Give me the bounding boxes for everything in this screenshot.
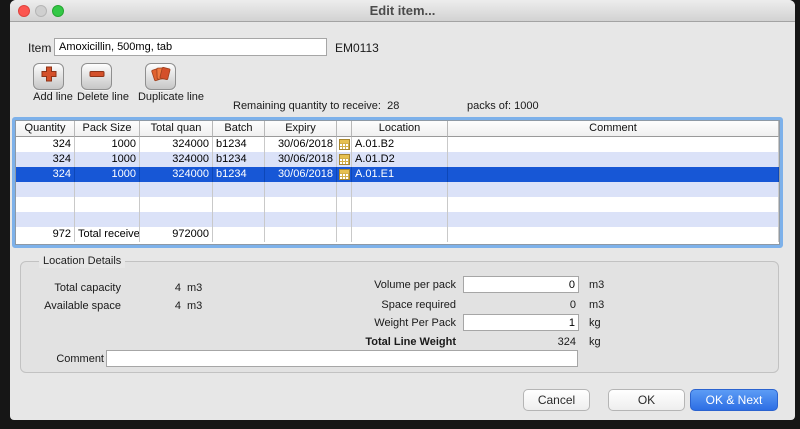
cell-pack-size[interactable]: 1000 <box>75 137 140 152</box>
ok-and-next-button[interactable]: OK & Next <box>690 389 778 411</box>
table-row[interactable]: 324 1000 324000 b1234 30/06/2018 A.01.B2 <box>16 137 779 152</box>
close-window-button[interactable] <box>18 5 30 17</box>
cell-calendar[interactable] <box>337 152 352 167</box>
duplicate-cards-icon <box>151 65 171 88</box>
cell-comment[interactable] <box>448 152 779 167</box>
edit-item-dialog: Edit item... Item EM0113 Add line De <box>10 0 795 420</box>
location-details-group: Location Details Total capacity 4 m3 Ava… <box>20 261 779 373</box>
item-label: Item <box>28 41 51 55</box>
item-code: EM0113 <box>335 41 379 55</box>
cell-total-quan[interactable]: 324000 <box>140 137 213 152</box>
cell-expiry[interactable]: 30/06/2018 <box>265 137 337 152</box>
table-total-row: 972 Total received 972000 <box>16 227 779 242</box>
cell-quantity[interactable]: 324 <box>16 152 75 167</box>
cell-total-quan[interactable]: 324000 <box>140 152 213 167</box>
packs-of-value: 1000 <box>514 100 538 112</box>
total-line-weight-unit: kg <box>589 336 601 348</box>
delete-line-label: Delete line <box>72 91 134 103</box>
total-capacity-label: Total capacity <box>26 282 121 294</box>
volume-per-pack-input[interactable] <box>463 276 579 293</box>
cell-location[interactable]: A.01.D2 <box>352 152 448 167</box>
calendar-icon[interactable] <box>339 139 350 150</box>
ok-button[interactable]: OK <box>608 389 685 411</box>
duplicate-line-button[interactable] <box>145 63 176 90</box>
table-row[interactable]: 324 1000 324000 b1234 30/06/2018 A.01.D2 <box>16 152 779 167</box>
plus-icon <box>40 65 58 88</box>
column-header-location[interactable]: Location <box>352 121 448 137</box>
available-space-label: Available space <box>26 300 121 312</box>
comment-label: Comment <box>21 353 104 365</box>
comment-input[interactable] <box>106 350 578 367</box>
column-header-comment[interactable]: Comment <box>448 121 779 137</box>
table-header-row: Quantity Pack Size Total quan Batch Expi… <box>16 121 779 137</box>
cell-expiry[interactable]: 30/06/2018 <box>265 167 337 182</box>
volume-per-pack-unit: m3 <box>589 279 604 291</box>
table-row-selected[interactable]: 324 1000 324000 b1234 30/06/2018 A.01.E1 <box>16 167 779 182</box>
calendar-icon[interactable] <box>339 154 350 165</box>
cell-pack-size[interactable]: 1000 <box>75 167 140 182</box>
cell-comment[interactable] <box>448 167 779 182</box>
delete-line-button[interactable] <box>81 63 112 90</box>
cell-pack-size[interactable]: 1000 <box>75 152 140 167</box>
table-filler <box>16 242 779 244</box>
column-header-batch[interactable]: Batch <box>213 121 265 137</box>
cell-quantity[interactable]: 324 <box>16 167 75 182</box>
cell-calendar[interactable] <box>337 137 352 152</box>
available-space-unit: m3 <box>187 300 202 312</box>
total-capacity-value: 4 <box>151 282 181 294</box>
weight-per-pack-label: Weight Per Pack <box>316 317 456 329</box>
cell-calendar[interactable] <box>337 167 352 182</box>
weight-per-pack-unit: kg <box>589 317 601 329</box>
column-header-pack-size[interactable]: Pack Size <box>75 121 140 137</box>
remaining-quantity-text: Remaining quantity to receive: 28 <box>233 100 399 112</box>
remaining-quantity-value: 28 <box>387 100 399 112</box>
cell-batch[interactable]: b1234 <box>213 137 265 152</box>
cell-location[interactable]: A.01.B2 <box>352 137 448 152</box>
column-header-expiry[interactable]: Expiry <box>265 121 337 137</box>
cancel-button[interactable]: Cancel <box>523 389 590 411</box>
table-row-empty[interactable] <box>16 212 779 227</box>
packs-of-text: packs of: 1000 <box>467 100 539 112</box>
cell-comment[interactable] <box>448 137 779 152</box>
space-required-value: 0 <box>463 299 576 311</box>
calendar-icon[interactable] <box>339 169 350 180</box>
column-header-total-quan[interactable]: Total quan <box>140 121 213 137</box>
table-row-empty[interactable] <box>16 182 779 197</box>
total-quan-value: 972000 <box>140 227 213 242</box>
item-name-input[interactable] <box>54 38 327 56</box>
volume-per-pack-label: Volume per pack <box>316 279 456 291</box>
cell-expiry[interactable]: 30/06/2018 <box>265 152 337 167</box>
table-row-empty[interactable] <box>16 197 779 212</box>
cell-location[interactable]: A.01.E1 <box>352 167 448 182</box>
cell-batch[interactable]: b1234 <box>213 167 265 182</box>
space-required-unit: m3 <box>589 299 604 311</box>
minus-icon <box>88 65 106 88</box>
space-required-label: Space required <box>316 299 456 311</box>
cell-total-quan[interactable]: 324000 <box>140 167 213 182</box>
minimize-window-button[interactable] <box>35 5 47 17</box>
title-bar: Edit item... <box>10 0 795 22</box>
available-space-value: 4 <box>151 300 181 312</box>
cell-quantity[interactable]: 324 <box>16 137 75 152</box>
column-header-quantity[interactable]: Quantity <box>16 121 75 137</box>
column-header-expiry-icon <box>337 121 352 137</box>
add-line-label: Add line <box>30 91 76 103</box>
weight-per-pack-input[interactable] <box>463 314 579 331</box>
duplicate-line-label: Duplicate line <box>134 91 208 103</box>
total-line-weight-label: Total Line Weight <box>316 336 456 348</box>
lines-table: Quantity Pack Size Total quan Batch Expi… <box>12 117 783 248</box>
zoom-window-button[interactable] <box>52 5 64 17</box>
window-title: Edit item... <box>10 0 795 22</box>
cell-batch[interactable]: b1234 <box>213 152 265 167</box>
total-received-label: Total received <box>75 227 140 242</box>
total-capacity-unit: m3 <box>187 282 202 294</box>
add-line-button[interactable] <box>33 63 64 90</box>
total-line-weight-value: 324 <box>463 336 576 348</box>
total-quantity: 972 <box>16 227 75 242</box>
location-details-legend: Location Details <box>39 254 125 268</box>
